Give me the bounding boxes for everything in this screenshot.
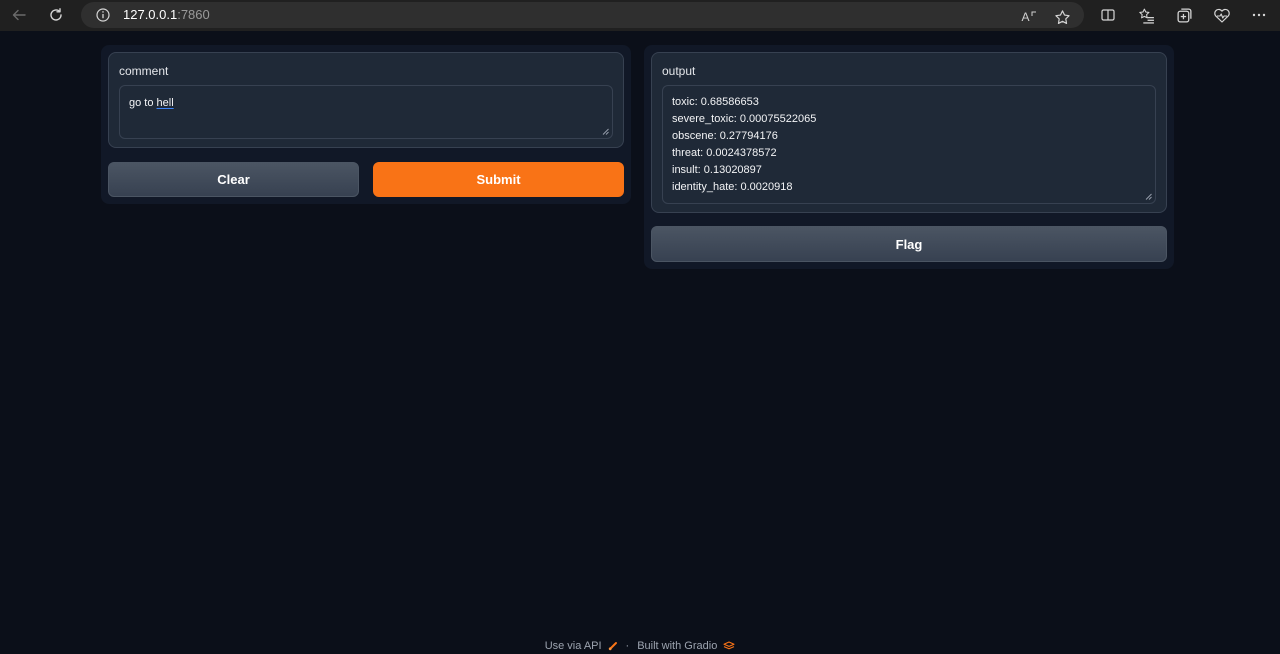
output-textbox[interactable]: toxic: 0.68586653 severe_toxic: 0.000755… xyxy=(662,85,1156,204)
collections-icon xyxy=(1176,7,1192,23)
output-line-toxic: toxic: 0.68586653 xyxy=(672,96,759,108)
input-panel: comment go to hell Clear Submit xyxy=(101,45,631,204)
favorite-button[interactable] xyxy=(1052,7,1072,27)
use-via-api-link[interactable]: Use via API xyxy=(545,640,602,652)
comment-block: comment go to hell xyxy=(108,52,624,148)
output-line-severe-toxic: severe_toxic: 0.00075522065 xyxy=(672,113,817,125)
rocket-icon xyxy=(608,642,617,651)
more-options-icon xyxy=(1252,13,1266,17)
url-host: 127.0.0.1 xyxy=(123,7,178,22)
url-text: 127.0.0.1:7860 xyxy=(123,8,210,22)
read-aloud-icon: A xyxy=(1021,10,1030,24)
flag-button[interactable]: Flag xyxy=(651,226,1167,262)
gradio-logo-icon xyxy=(723,641,735,650)
read-aloud-button[interactable]: A xyxy=(1019,7,1039,27)
output-line-identity-hate: identity_hate: 0.0020918 xyxy=(672,181,793,193)
reload-button[interactable] xyxy=(44,4,68,26)
favorites-list-button[interactable] xyxy=(1136,5,1156,25)
comment-input[interactable]: go to hell xyxy=(119,85,613,139)
footer-separator: · xyxy=(625,640,630,652)
url-port: :7860 xyxy=(177,7,210,22)
browser-essentials-icon xyxy=(1214,8,1230,23)
comment-text: go to xyxy=(129,97,157,109)
info-icon[interactable] xyxy=(95,7,111,23)
back-arrow-icon xyxy=(12,9,26,21)
resize-grip-icon[interactable] xyxy=(602,128,609,135)
split-screen-icon xyxy=(1101,9,1115,21)
submit-button[interactable]: Submit xyxy=(373,162,624,197)
footer: Use via API · Built with Gradio xyxy=(0,638,1280,654)
output-line-threat: threat: 0.0024378572 xyxy=(672,147,777,159)
output-line-insult: insult: 0.13020897 xyxy=(672,164,762,176)
back-button[interactable] xyxy=(7,4,31,26)
resize-grip-icon[interactable] xyxy=(1145,193,1152,200)
output-label: output xyxy=(662,64,696,78)
reload-icon xyxy=(50,8,62,21)
output-block: output toxic: 0.68586653 severe_toxic: 0… xyxy=(651,52,1167,213)
clear-button[interactable]: Clear xyxy=(108,162,359,197)
browser-toolbar: 127.0.0.1:7860 A xyxy=(0,0,1280,31)
address-bar[interactable]: 127.0.0.1:7860 A xyxy=(81,2,1084,28)
more-options-button[interactable] xyxy=(1249,5,1269,25)
browser-essentials-button[interactable] xyxy=(1212,5,1232,25)
split-screen-button[interactable] xyxy=(1098,5,1118,25)
built-with-gradio-link[interactable]: Built with Gradio xyxy=(637,640,717,652)
output-line-obscene: obscene: 0.27794176 xyxy=(672,130,778,142)
favorites-list-icon xyxy=(1138,8,1154,24)
comment-label: comment xyxy=(119,64,169,78)
collections-button[interactable] xyxy=(1174,5,1194,25)
favorite-star-icon xyxy=(1054,9,1070,24)
output-panel: output toxic: 0.68586653 severe_toxic: 0… xyxy=(644,45,1174,269)
comment-text-misspelled: hell xyxy=(156,97,174,109)
